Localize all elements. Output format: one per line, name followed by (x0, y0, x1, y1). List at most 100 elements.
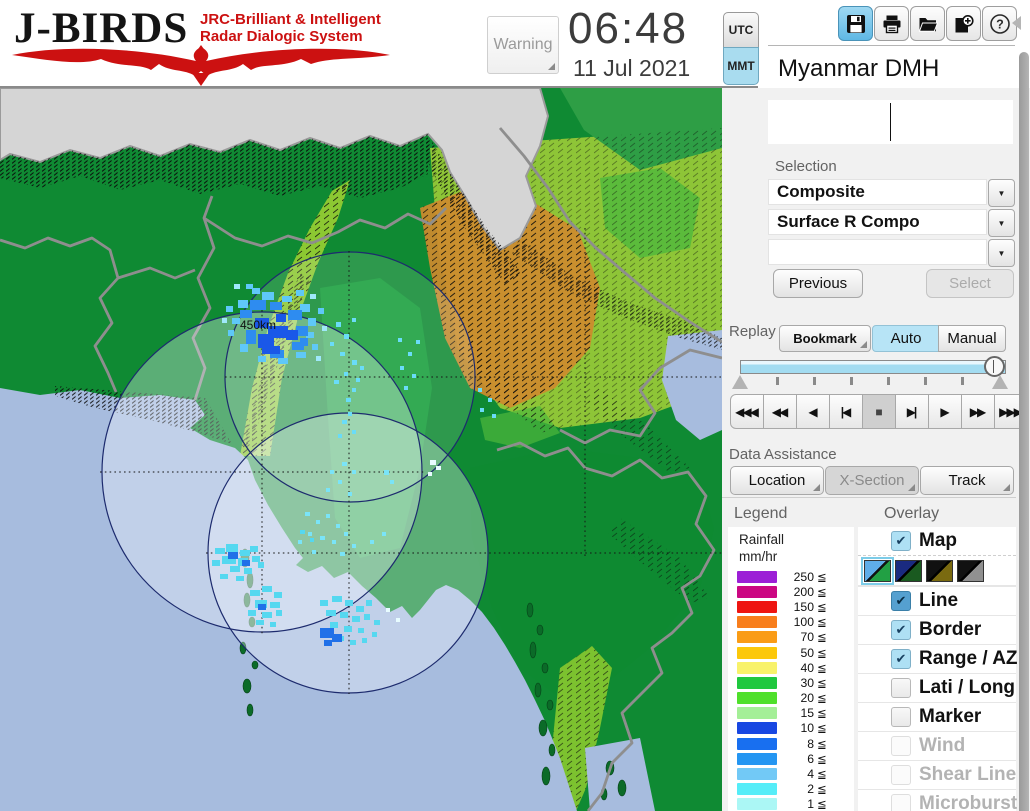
legend-swatch (737, 646, 777, 659)
previous-button[interactable]: Previous (773, 269, 863, 298)
legend-swatch (737, 600, 777, 613)
legend-row: 2 ≦ (728, 782, 854, 797)
legend-swatch (737, 722, 777, 735)
replay-range-end-marker[interactable] (992, 375, 1008, 389)
replay-tick (961, 377, 964, 385)
wind-checkbox[interactable] (891, 736, 911, 756)
replay-label: Replay (729, 323, 776, 340)
add-image-button[interactable] (946, 6, 981, 41)
utc-toggle-button[interactable]: UTC (723, 12, 759, 48)
map-style-swatch-1[interactable] (861, 556, 894, 585)
legend-row: 1 ≦ (728, 797, 854, 811)
overlay-row-wind: Wind (858, 731, 1016, 760)
range-az-checkbox[interactable] (891, 649, 911, 669)
option-field[interactable] (768, 239, 987, 265)
overlay-row-shear-line: Shear Line (858, 760, 1016, 789)
location-button[interactable]: Location (730, 466, 824, 495)
open-folder-button[interactable] (910, 6, 945, 41)
floppy-disk-icon (846, 14, 865, 33)
legend-row: 100 ≦ (728, 615, 854, 630)
fast-rewind-button[interactable]: ◀◀◀ (730, 394, 764, 429)
overlay-row-range-az: Range / AZ (858, 644, 1018, 673)
overlay-label: Overlay (884, 505, 940, 522)
panel-collapse-arrow-icon[interactable] (1012, 16, 1021, 30)
station-divider (768, 45, 1015, 46)
mmt-toggle-button[interactable]: MMT (723, 47, 759, 85)
product-dropdown-button[interactable] (988, 209, 1015, 237)
rewind-button[interactable]: ◀◀ (763, 394, 797, 429)
line-checkbox[interactable] (891, 591, 911, 611)
map-style-row (858, 555, 1016, 586)
stop-button[interactable]: ■ (862, 394, 896, 429)
marker-checkbox[interactable] (891, 707, 911, 727)
legend-swatch (737, 783, 777, 796)
folder-icon (918, 17, 938, 32)
legend-swatch (737, 768, 777, 781)
composite-dropdown-button[interactable] (988, 179, 1015, 207)
eagle-logo-icon (12, 45, 390, 86)
app-logo-tagline: JRC-Brilliant & Intelligent Radar Dialog… (200, 11, 381, 45)
clock-date: 11 Jul 2021 (573, 55, 691, 81)
panel-scrollbar[interactable] (1019, 52, 1029, 811)
jbirds-app: J-BIRDS JRC-Brilliant & Intelligent Rada… (0, 0, 1030, 811)
printer-icon (883, 15, 900, 33)
legend-row: 10 ≦ (728, 721, 854, 736)
map-style-swatch-3[interactable] (926, 559, 953, 582)
tagline-line1: JRC-Brilliant & Intelligent (200, 11, 381, 28)
replay-range-start-marker[interactable] (732, 375, 748, 389)
save-button[interactable] (838, 6, 873, 41)
legend-row: 50 ≦ (728, 645, 854, 660)
print-button[interactable] (874, 6, 909, 41)
rainfall-legend: Rainfall mm/hr 250 ≦ 200 ≦ 150 ≦ 100 ≦ 70 ≦ 5… (728, 527, 854, 811)
replay-slider-knob[interactable] (984, 356, 1005, 377)
overlay-row-map: Map (858, 527, 1016, 555)
add-plus-icon (955, 14, 974, 32)
microburst-checkbox[interactable] (891, 794, 911, 811)
fast-forward-button[interactable]: ▶▶ (961, 394, 995, 429)
map-style-swatch-4[interactable] (957, 559, 984, 582)
legend-row: 200 ≦ (728, 584, 854, 599)
legend-swatch (737, 798, 777, 811)
radar-map[interactable]: 450km (0, 87, 723, 811)
replay-slider-track[interactable] (740, 360, 1006, 374)
legend-swatch (737, 616, 777, 629)
play-button[interactable]: ▶ (928, 394, 962, 429)
option-dropdown-button[interactable] (988, 239, 1015, 267)
map-checkbox[interactable] (891, 531, 911, 551)
step-forward-button[interactable]: ▶| (895, 394, 929, 429)
legend-swatch (737, 752, 777, 765)
step-backward-button[interactable]: |◀ (829, 394, 863, 429)
manual-button[interactable]: Manual (938, 325, 1006, 352)
overlay-row-line: Line (858, 586, 1016, 615)
shear-line-checkbox[interactable] (891, 765, 911, 785)
lati-long-checkbox[interactable] (891, 678, 911, 698)
product-field[interactable]: Surface R Compo (768, 209, 987, 235)
x-section-button[interactable]: X-Section (825, 466, 919, 495)
legend-swatch (737, 631, 777, 644)
legend-swatch (737, 570, 777, 583)
overlay-options: Map Line Border Range / AZ Lati / Long M… (858, 527, 1018, 811)
replay-tick (850, 377, 853, 385)
radar-map-viewport[interactable]: 450km (0, 87, 723, 811)
composite-field[interactable]: Composite (768, 179, 987, 205)
bookmark-button[interactable]: Bookmark (779, 325, 871, 352)
legend-swatch (737, 676, 777, 689)
overlay-row-lati-long: Lati / Long (858, 673, 1016, 702)
warning-button[interactable]: Warning (487, 16, 559, 74)
replay-tick (813, 377, 816, 385)
border-checkbox[interactable] (891, 620, 911, 640)
station-name: Myanmar DMH (768, 52, 1023, 86)
replay-tick (887, 377, 890, 385)
map-style-swatch-2[interactable] (895, 559, 922, 582)
track-button[interactable]: Track (920, 466, 1014, 495)
range-ring-label: 450km (240, 318, 276, 332)
selection-label: Selection (775, 158, 837, 175)
play-backward-button[interactable]: ◀ (796, 394, 830, 429)
legend-row: 30 ≦ (728, 675, 854, 690)
legend-title-line1: Rainfall (739, 532, 785, 547)
auto-button[interactable]: Auto (872, 325, 940, 352)
legend-row: 8 ≦ (728, 736, 854, 751)
legend-swatch (737, 707, 777, 720)
select-button[interactable]: Select (926, 269, 1014, 298)
legend-row: 40 ≦ (728, 660, 854, 675)
